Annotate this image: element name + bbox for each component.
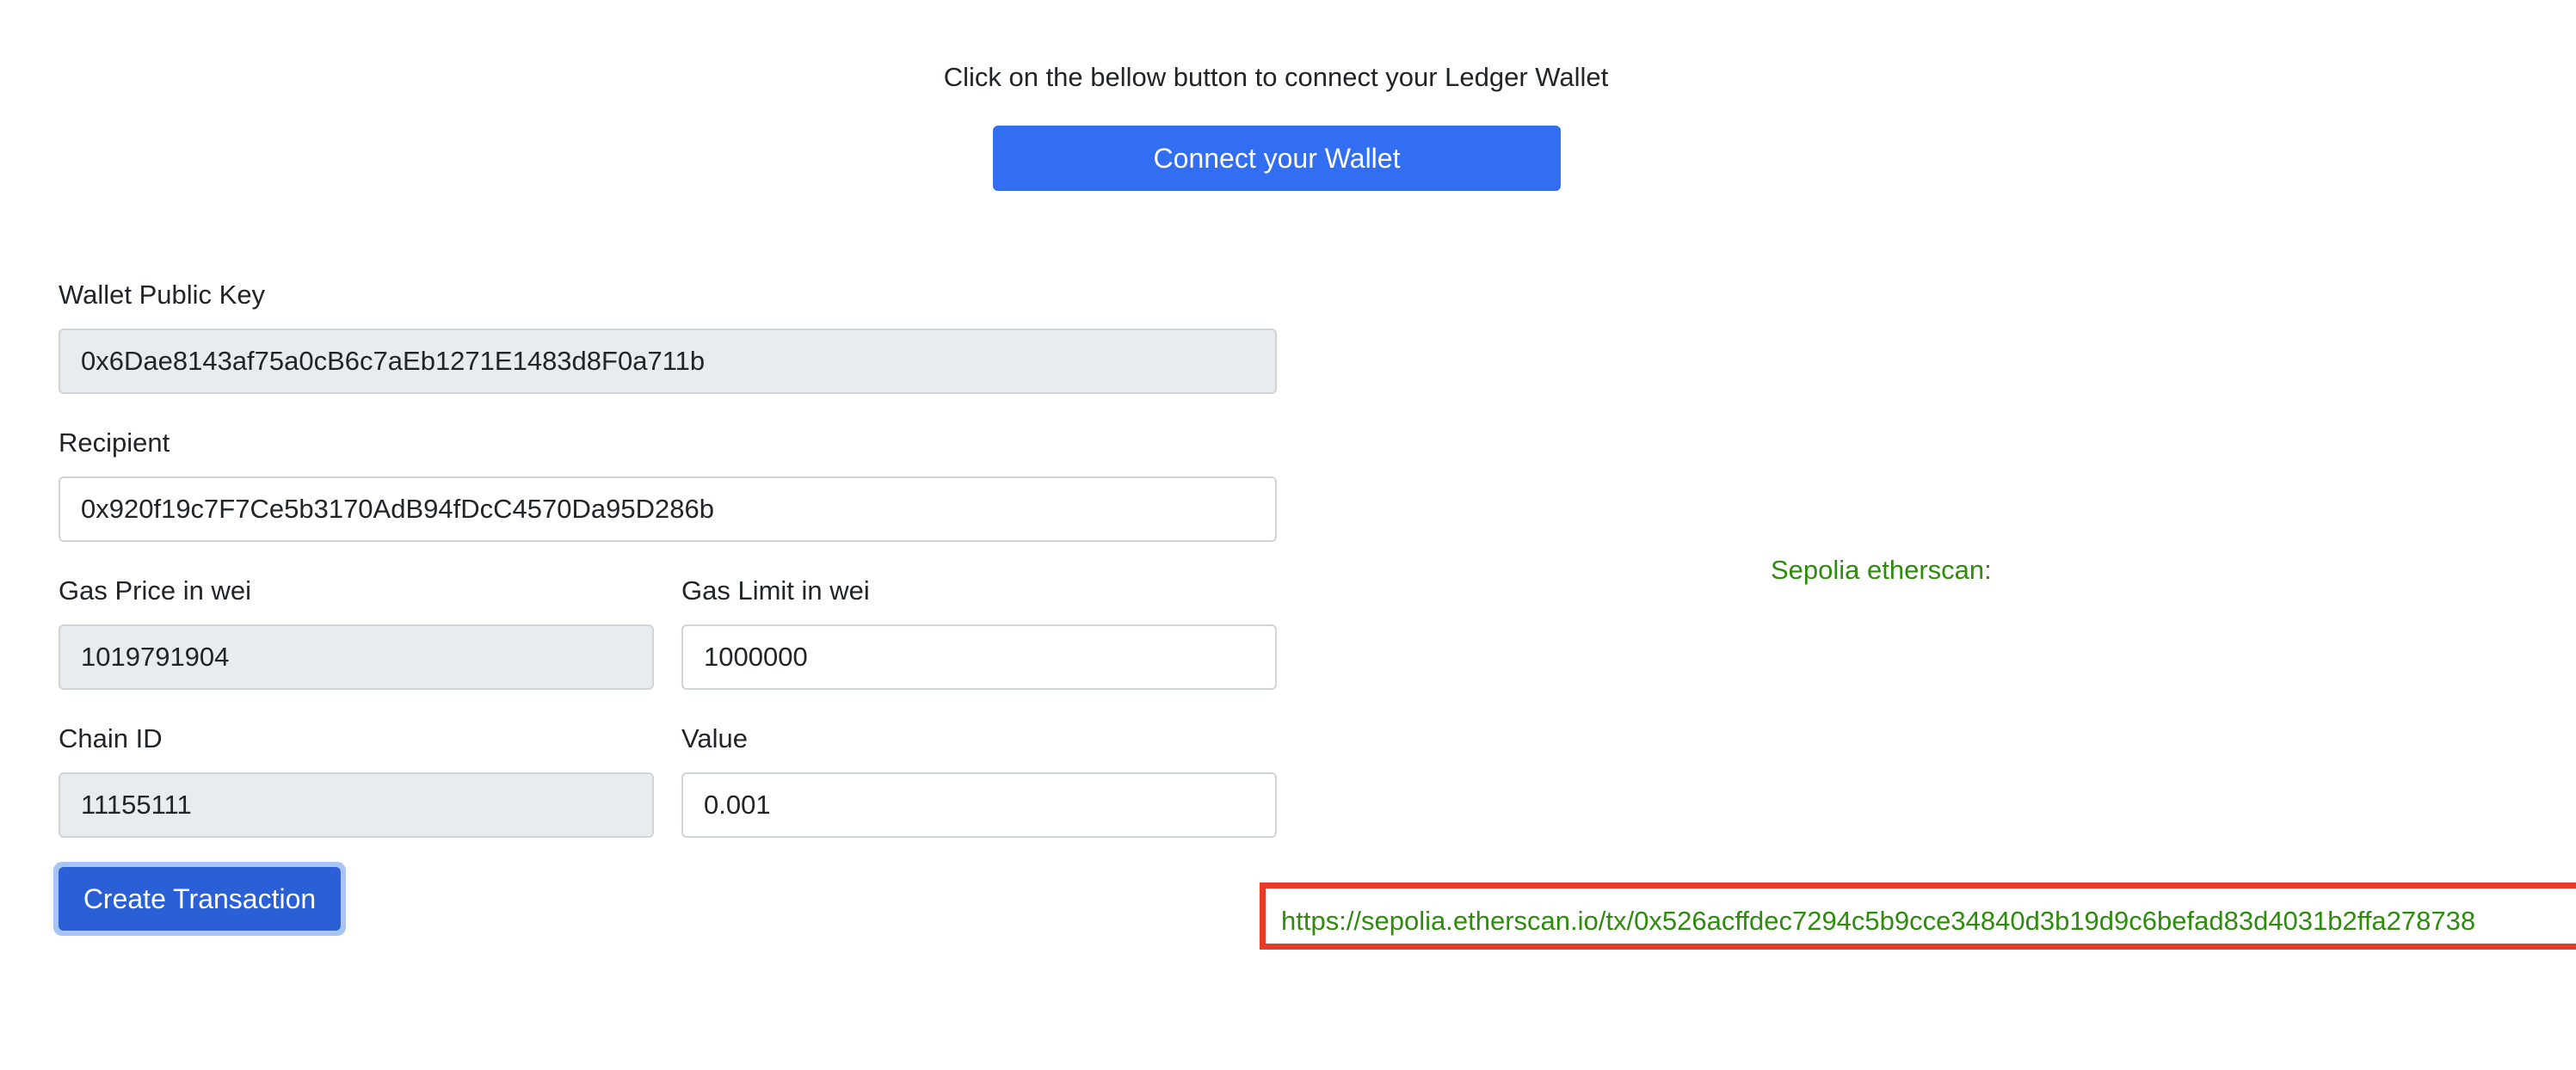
wallet-public-key-label: Wallet Public Key: [59, 280, 266, 310]
transaction-link[interactable]: https://sepolia.etherscan.io/tx/0x526acf…: [1281, 904, 2475, 938]
sepolia-etherscan-label: Sepolia etherscan:: [1771, 555, 1992, 585]
create-transaction-focus-ring: Create Transaction: [53, 862, 346, 936]
value-field[interactable]: [681, 772, 1277, 838]
gas-limit-label: Gas Limit in wei: [681, 575, 870, 606]
connect-instruction-text: Click on the bellow button to connect yo…: [943, 62, 1609, 92]
connect-wallet-button[interactable]: Connect your Wallet: [993, 126, 1561, 191]
recipient-label: Recipient: [59, 427, 170, 458]
gas-limit-field[interactable]: [681, 624, 1277, 690]
gas-price-label: Gas Price in wei: [59, 575, 251, 606]
page: Click on the bellow button to connect yo…: [0, 0, 2576, 1070]
chain-id-field[interactable]: [59, 772, 654, 838]
gas-price-field[interactable]: [59, 624, 654, 690]
create-transaction-button[interactable]: Create Transaction: [59, 867, 341, 931]
value-label: Value: [681, 723, 748, 753]
wallet-public-key-field[interactable]: [59, 329, 1277, 394]
transaction-link-highlight: https://sepolia.etherscan.io/tx/0x526acf…: [1260, 882, 2576, 950]
recipient-field[interactable]: [59, 477, 1277, 542]
chain-id-label: Chain ID: [59, 723, 163, 753]
